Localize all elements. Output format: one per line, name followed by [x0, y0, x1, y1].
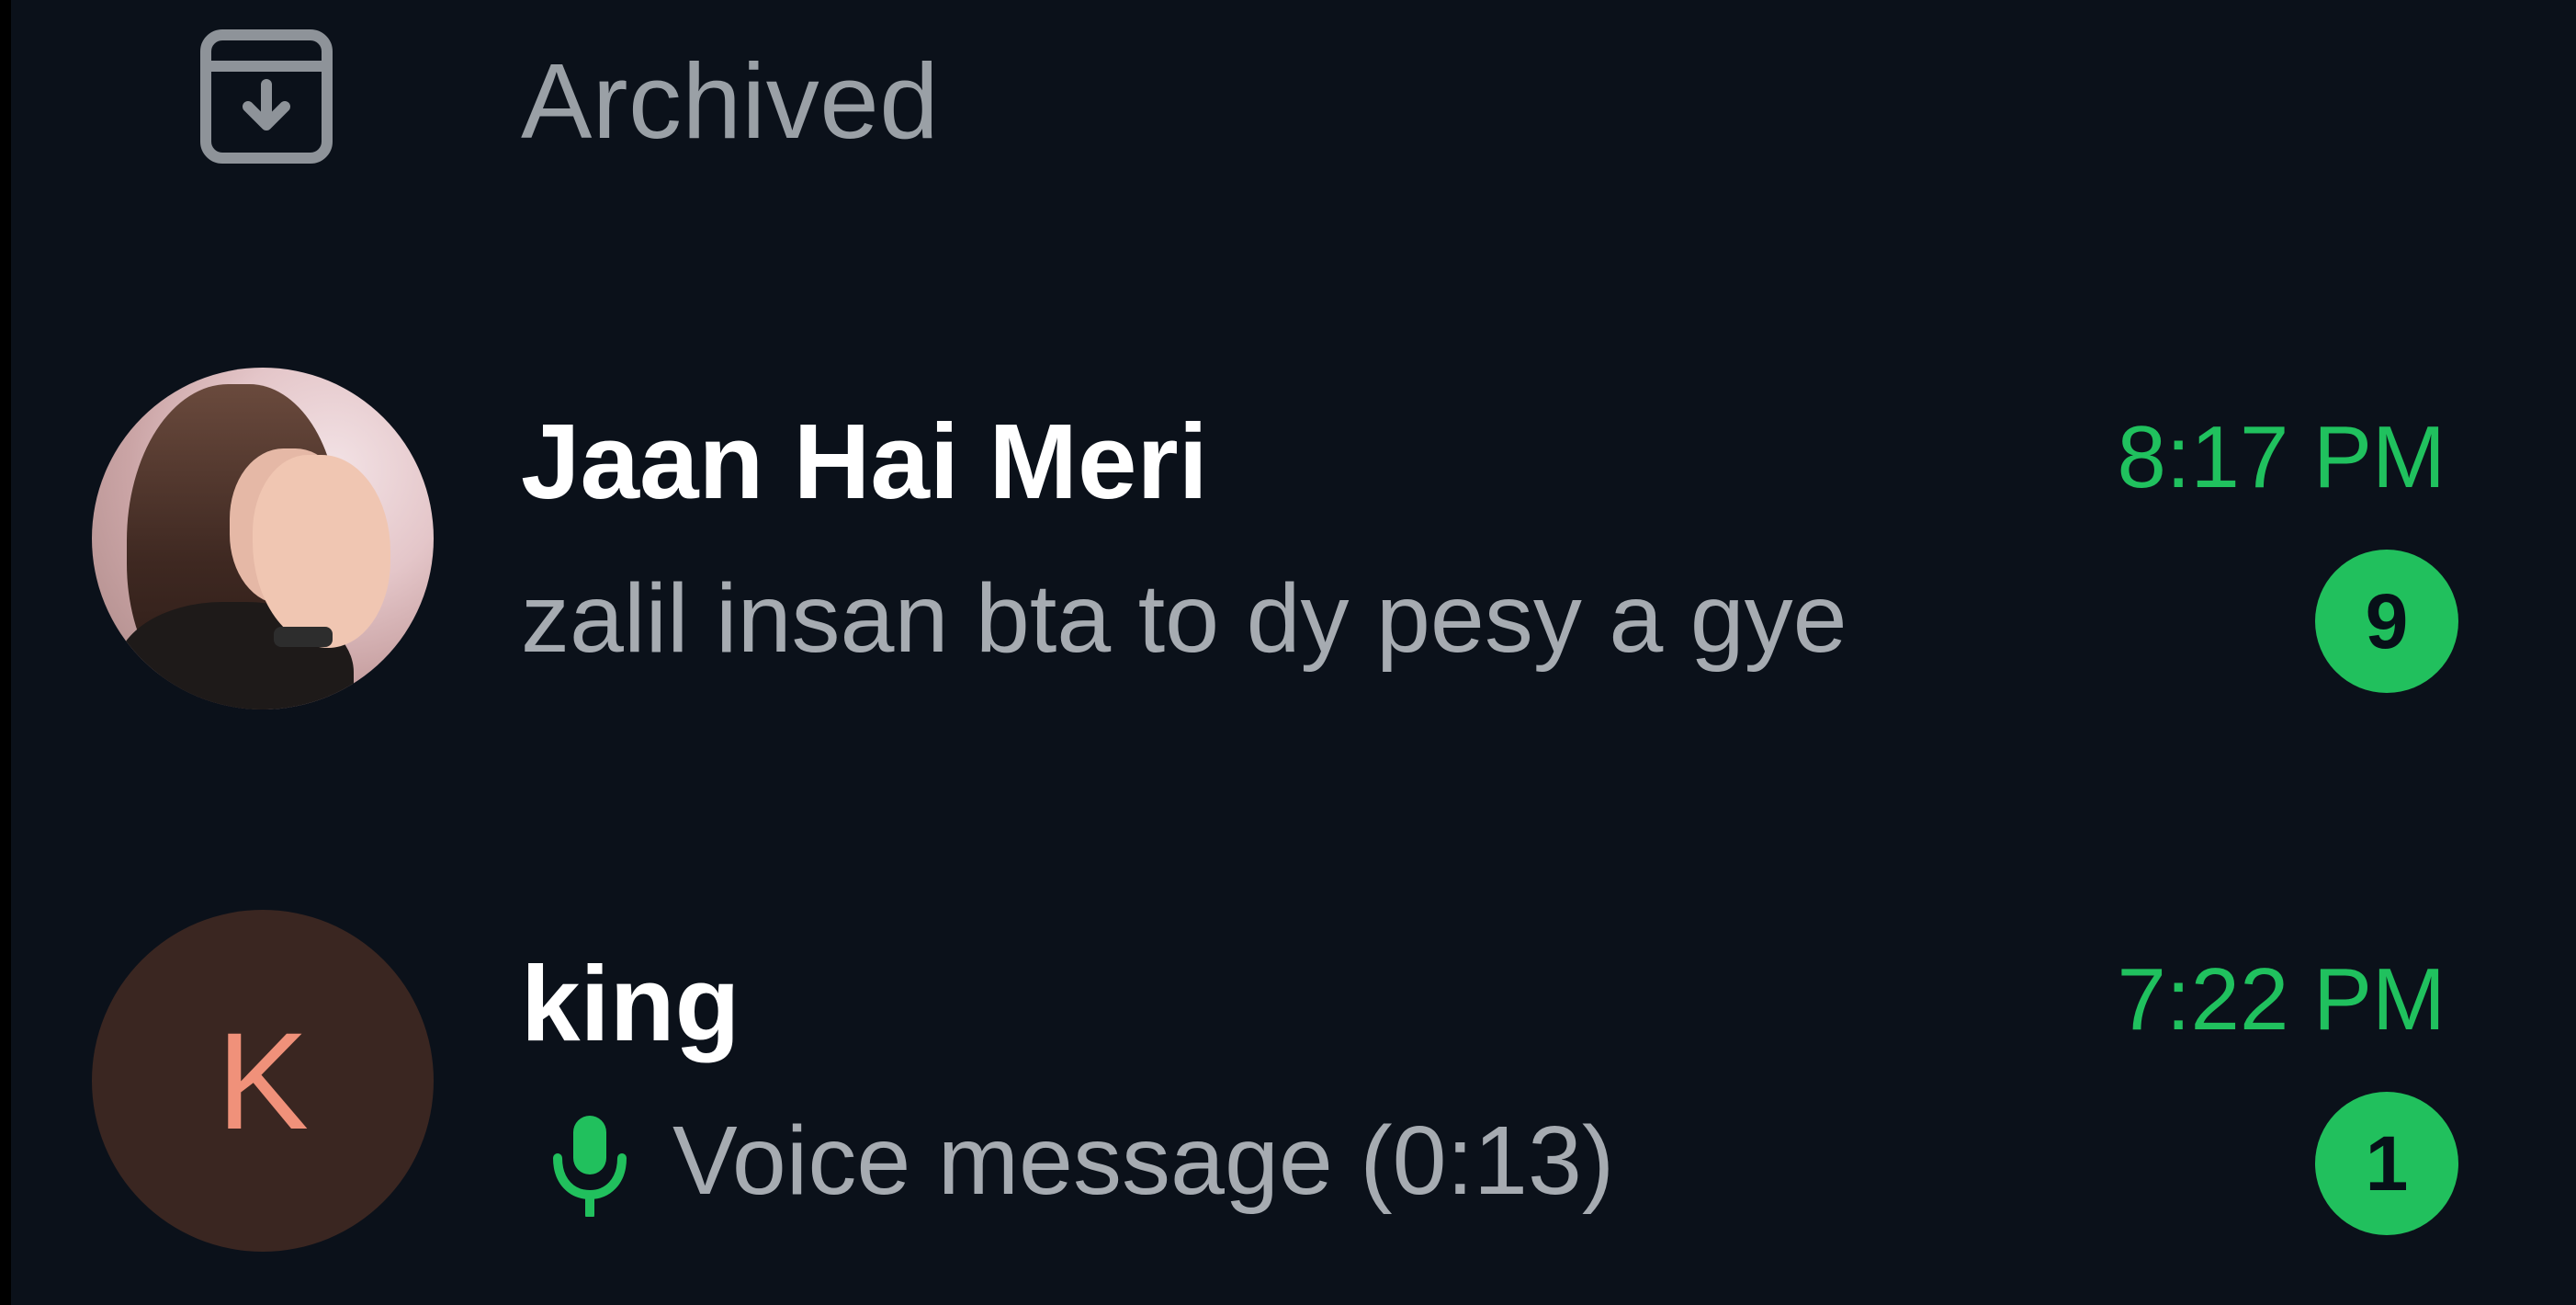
chat-preview: zalil insan bta to dy pesy a gye	[521, 564, 1847, 673]
chat-item-king[interactable]: K king Voice message (0:13) 7:22 PM 1	[11, 891, 2576, 1277]
chat-time: 7:22 PM	[2117, 950, 2446, 1049]
chat-name: Jaan Hai Meri	[521, 402, 1208, 521]
chat-preview: Voice message (0:13)	[672, 1106, 1615, 1215]
avatar[interactable]: K	[92, 910, 434, 1252]
chat-item-jaan-hai-meri[interactable]: Jaan Hai Meri zalil insan bta to dy pesy…	[11, 349, 2576, 735]
archive-icon	[200, 29, 333, 164]
avatar-letter: K	[216, 1004, 310, 1158]
mic-icon	[553, 1116, 627, 1217]
chat-time: 8:17 PM	[2117, 408, 2446, 506]
avatar[interactable]	[92, 368, 434, 709]
unread-badge: 1	[2315, 1092, 2458, 1235]
chat-name: king	[521, 944, 740, 1063]
unread-badge: 9	[2315, 550, 2458, 693]
archived-row[interactable]: Archived	[11, 0, 2576, 198]
chat-list-screen: Archived Jaan Hai Meri zalil insan bta t…	[11, 0, 2576, 1305]
archived-label: Archived	[521, 41, 940, 161]
